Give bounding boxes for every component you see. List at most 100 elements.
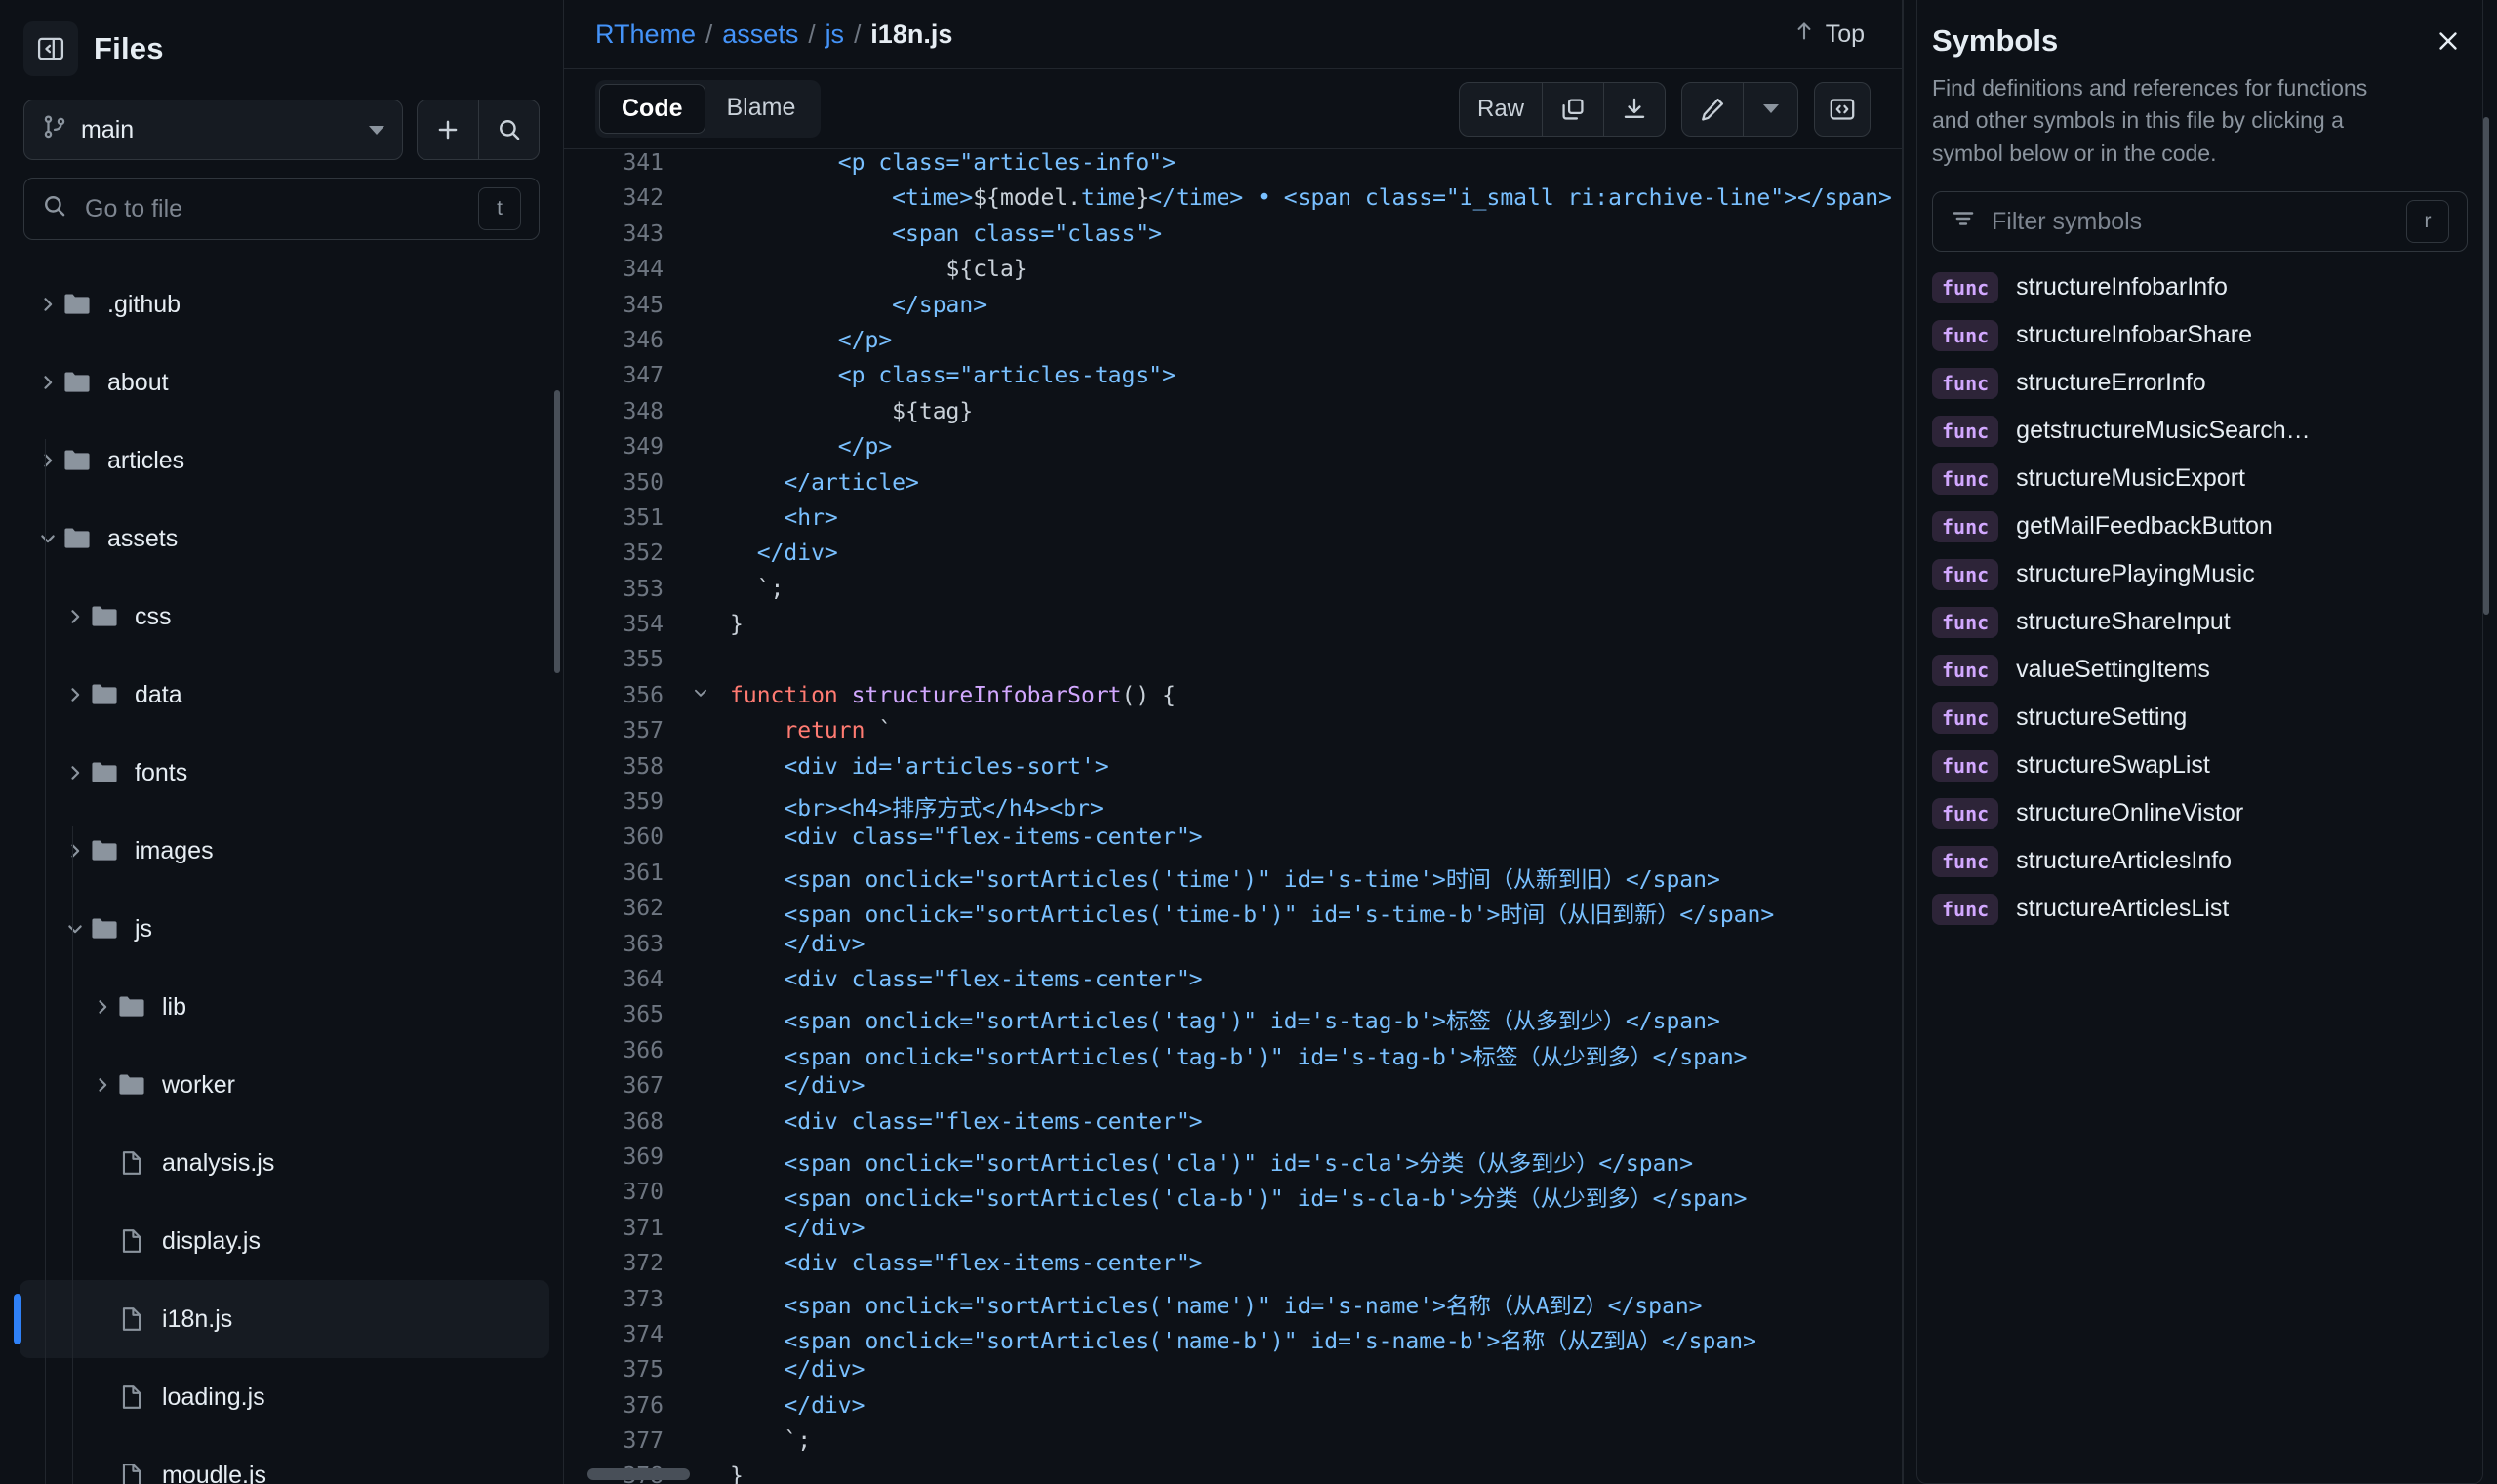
line-number[interactable]: 345 [564, 292, 681, 327]
chevron-right-icon[interactable] [62, 760, 88, 785]
tree-file-analysis-js[interactable]: analysis.js [20, 1124, 549, 1202]
scroll-to-top-button[interactable]: Top [1792, 20, 1878, 50]
tab-code[interactable]: Code [599, 84, 705, 134]
line-number[interactable]: 364 [564, 966, 681, 1001]
line-number[interactable]: 351 [564, 504, 681, 540]
code-line-content[interactable]: </div> [720, 1215, 1902, 1250]
line-number[interactable]: 344 [564, 256, 681, 291]
chevron-right-icon[interactable] [62, 682, 88, 707]
tree-file-moudle-js[interactable]: moudle.js [20, 1436, 549, 1484]
code-line-content[interactable]: <div class="flex-items-center"> [720, 1250, 1902, 1285]
tree-file-i18n-js[interactable]: i18n.js [14, 1280, 549, 1358]
symbol-item[interactable]: func structureOnlineVistor [1903, 789, 2497, 837]
code-line-content[interactable]: </p> [720, 327, 1902, 362]
code-line-content[interactable]: <p class="articles-info"> [720, 149, 1902, 184]
sidebar-scrollbar[interactable] [554, 390, 560, 673]
line-number[interactable]: 349 [564, 433, 681, 468]
line-number[interactable]: 365 [564, 1001, 681, 1036]
code-line-content[interactable]: <span onclick="sortArticles('time')" id=… [720, 860, 1902, 895]
line-number[interactable]: 363 [564, 931, 681, 966]
symbols-filter-input[interactable] [1990, 206, 2393, 237]
code-horizontal-scrollbar[interactable] [587, 1468, 690, 1480]
line-number[interactable]: 362 [564, 895, 681, 930]
download-icon[interactable] [1603, 82, 1665, 136]
line-number[interactable]: 352 [564, 540, 681, 575]
code-line-content[interactable]: <time>${model.time}</time> • <span class… [720, 184, 1902, 220]
code-line-content[interactable]: `; [720, 576, 1902, 611]
chevron-down-icon[interactable] [62, 916, 88, 942]
line-number[interactable]: 350 [564, 469, 681, 504]
code-line-content[interactable]: </article> [720, 469, 1902, 504]
line-number[interactable]: 348 [564, 398, 681, 433]
sidebar-collapse-icon[interactable] [23, 21, 78, 76]
go-to-file-field[interactable]: t [23, 178, 540, 240]
symbol-item[interactable]: func structureInfobarInfo [1903, 263, 2497, 311]
code-line-content[interactable]: </div> [720, 540, 1902, 575]
chevron-right-icon[interactable] [35, 370, 60, 395]
symbol-item[interactable]: func structureShareInput [1903, 598, 2497, 646]
tree-folder-about[interactable]: about [20, 343, 549, 421]
code-line-content[interactable]: ${tag} [720, 398, 1902, 433]
code-line-content[interactable]: </span> [720, 292, 1902, 327]
line-number[interactable]: 356 [564, 682, 681, 717]
tree-folder-articles[interactable]: articles [20, 421, 549, 500]
line-number[interactable]: 368 [564, 1108, 681, 1143]
symbol-item[interactable]: func structureMusicExport [1903, 455, 2497, 502]
code-line-content[interactable]: <span onclick="sortArticles('cla')" id='… [720, 1143, 1902, 1179]
close-icon[interactable] [2429, 21, 2468, 60]
code-line-content[interactable]: <span onclick="sortArticles('time-b')" i… [720, 895, 1902, 930]
line-number[interactable]: 373 [564, 1286, 681, 1321]
code-line-content[interactable]: </div> [720, 1392, 1902, 1427]
code-line-content[interactable]: <div class="flex-items-center"> [720, 1108, 1902, 1143]
code-line-content[interactable]: <span class="class"> [720, 221, 1902, 256]
symbol-item[interactable]: func valueSettingItems [1903, 646, 2497, 694]
symbol-item[interactable]: func getstructureMusicSearch… [1903, 407, 2497, 455]
symbols-scrollbar[interactable] [2483, 117, 2489, 615]
symbol-item[interactable]: func structureArticlesList [1903, 885, 2497, 933]
pencil-icon[interactable] [1682, 83, 1743, 136]
code-line-content[interactable]: } [720, 1463, 1902, 1484]
line-number[interactable]: 353 [564, 576, 681, 611]
symbol-item[interactable]: func getMailFeedbackButton [1903, 502, 2497, 550]
line-number[interactable]: 343 [564, 221, 681, 256]
line-number[interactable]: 376 [564, 1392, 681, 1427]
symbols-filter-field[interactable]: r [1932, 191, 2468, 253]
symbol-item[interactable]: func structureArticlesInfo [1903, 837, 2497, 885]
line-number[interactable]: 369 [564, 1143, 681, 1179]
line-number[interactable]: 354 [564, 611, 681, 646]
tree-folder-js[interactable]: js [20, 890, 549, 968]
breadcrumb-item-js[interactable]: js [826, 20, 845, 50]
line-number[interactable]: 341 [564, 149, 681, 184]
plus-icon[interactable] [418, 100, 478, 159]
symbol-item[interactable]: func structurePlayingMusic [1903, 550, 2497, 598]
code-line-content[interactable]: </div> [720, 1072, 1902, 1107]
line-number[interactable]: 366 [564, 1037, 681, 1072]
code-line-content[interactable]: <span onclick="sortArticles('name')" id=… [720, 1286, 1902, 1321]
line-number[interactable]: 342 [564, 184, 681, 220]
code-line-content[interactable]: return ` [720, 717, 1902, 752]
tree-folder-fonts[interactable]: fonts [20, 734, 549, 812]
chevron-down-icon[interactable] [35, 526, 60, 551]
code-line-content[interactable]: <br><h4>排序方式</h4><br> [720, 788, 1902, 823]
symbol-item[interactable]: func structureSetting [1903, 694, 2497, 742]
line-number[interactable]: 371 [564, 1215, 681, 1250]
code-line-content[interactable]: <hr> [720, 504, 1902, 540]
code-line-content[interactable]: <div class="flex-items-center"> [720, 966, 1902, 1001]
line-number[interactable]: 367 [564, 1072, 681, 1107]
tab-blame[interactable]: Blame [705, 84, 818, 134]
code-line-content[interactable]: <span onclick="sortArticles('tag')" id='… [720, 1001, 1902, 1036]
code-line-content[interactable]: function structureInfobarSort() { [720, 682, 1902, 717]
copy-icon[interactable] [1542, 82, 1603, 136]
line-number[interactable]: 374 [564, 1321, 681, 1356]
tree-folder-assets[interactable]: assets [20, 500, 549, 578]
code-line-content[interactable]: <p class="articles-tags"> [720, 362, 1902, 397]
code-line-content[interactable]: </div> [720, 1356, 1902, 1391]
code-line-content[interactable]: } [720, 611, 1902, 646]
raw-button[interactable]: Raw [1460, 83, 1542, 136]
line-number[interactable]: 361 [564, 860, 681, 895]
code-brackets-icon[interactable] [1814, 81, 1871, 137]
code-line-content[interactable] [720, 646, 1902, 681]
line-number[interactable]: 359 [564, 788, 681, 823]
code-line-content[interactable]: <span onclick="sortArticles('cla-b')" id… [720, 1179, 1902, 1214]
breadcrumb-item-rtheme[interactable]: RTheme [595, 20, 696, 50]
